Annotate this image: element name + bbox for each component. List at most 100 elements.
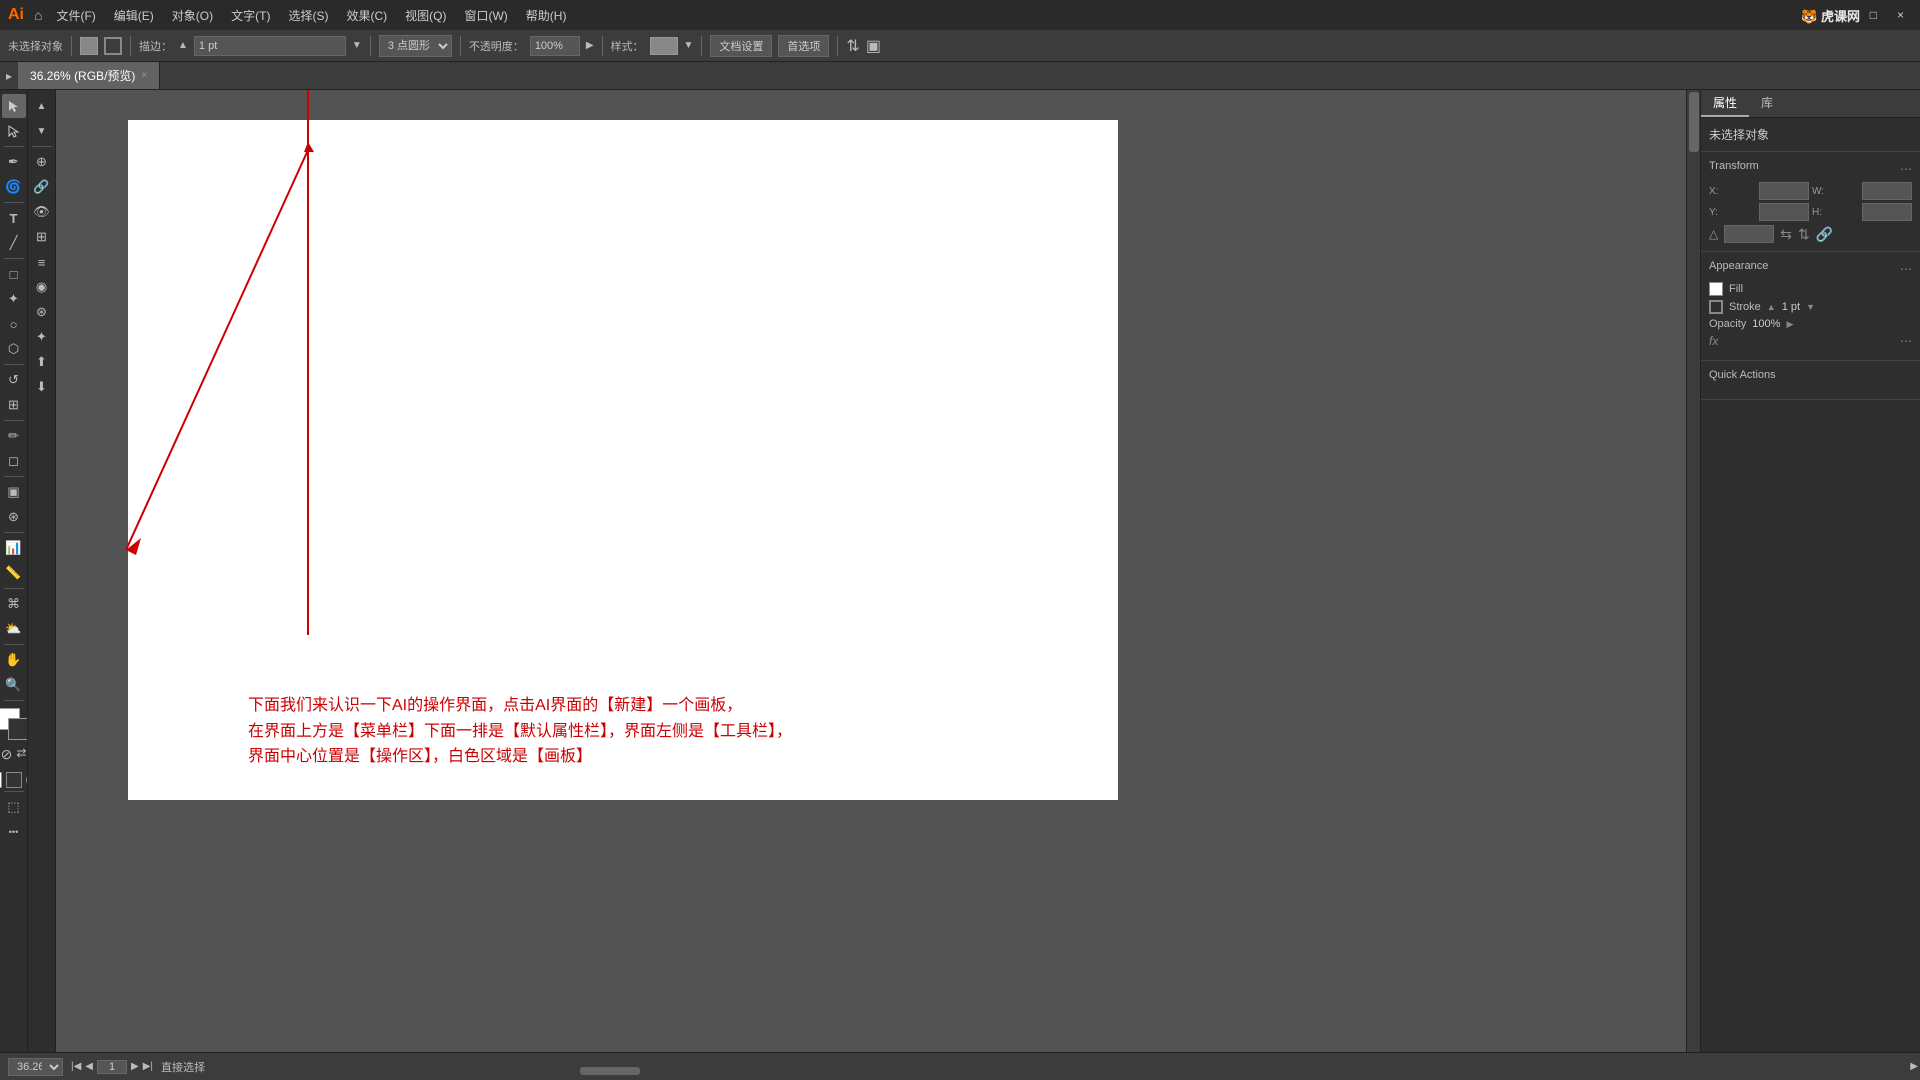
- hscroll-thumb[interactable]: [580, 1067, 640, 1075]
- direct-selection-tool-btn[interactable]: [2, 119, 26, 143]
- type-tool-btn[interactable]: T: [2, 206, 26, 230]
- transform-tool-btn[interactable]: ⊞: [2, 393, 26, 417]
- opacity-input[interactable]: [530, 36, 580, 56]
- layer-icon[interactable]: ⊕: [30, 150, 54, 174]
- polygon-tool-btn[interactable]: ⬡: [2, 337, 26, 361]
- properties-icon[interactable]: ⊞: [30, 225, 54, 249]
- page-number-input[interactable]: [97, 1060, 127, 1074]
- vscroll-thumb[interactable]: [1689, 92, 1699, 152]
- menu-text[interactable]: 文字(T): [223, 5, 278, 26]
- close-btn[interactable]: ×: [1889, 6, 1912, 24]
- fill-swatch[interactable]: [1709, 282, 1723, 296]
- home-icon[interactable]: ⌂: [34, 7, 42, 23]
- arrange-icon[interactable]: ⇅: [846, 36, 859, 56]
- panel-icon5[interactable]: ⬆: [30, 350, 54, 374]
- curvature-tool-btn[interactable]: 🌀: [2, 175, 26, 199]
- stroke-up-icon[interactable]: ▲: [1767, 302, 1776, 312]
- style-dropdown-icon[interactable]: ▼: [684, 40, 694, 51]
- scroll-right-icon[interactable]: ▶: [1910, 1061, 1918, 1072]
- chart-tool-btn[interactable]: 📊: [2, 536, 26, 560]
- align-icon[interactable]: ▣: [866, 36, 881, 56]
- y-input[interactable]: [1759, 203, 1809, 221]
- zoom-select[interactable]: 36.26% 25% 50% 100%: [8, 1058, 63, 1076]
- flip-v-icon[interactable]: ⇅: [1798, 226, 1810, 243]
- line-tool-btn[interactable]: ╱: [2, 231, 26, 255]
- knife-tool-btn[interactable]: ⌘: [2, 592, 26, 616]
- zoom-tool-btn[interactable]: 🔍: [2, 673, 26, 697]
- collapse-panel-btn[interactable]: ▸: [0, 65, 18, 87]
- more-tools-btn[interactable]: •••: [2, 820, 26, 844]
- preferences-btn[interactable]: 首选项: [778, 35, 829, 57]
- panel-icon1[interactable]: ≡: [30, 250, 54, 274]
- first-page-btn[interactable]: |◀: [71, 1061, 81, 1072]
- background-color[interactable]: [8, 718, 29, 740]
- appearance-add-icon[interactable]: ⋯: [1900, 334, 1912, 348]
- menu-help[interactable]: 帮助(H): [518, 5, 575, 26]
- panel-icon2[interactable]: ◉: [30, 275, 54, 299]
- stroke-down-icon[interactable]: ▼: [352, 40, 362, 51]
- gradient-tool-btn[interactable]: ▣: [2, 480, 26, 504]
- nav-down-btn[interactable]: ▼: [30, 119, 54, 143]
- black-swatch[interactable]: [6, 772, 22, 788]
- stroke-swatch[interactable]: [1709, 300, 1723, 314]
- blend-tool-btn[interactable]: ⊛: [2, 505, 26, 529]
- menu-file[interactable]: 文件(F): [48, 5, 103, 26]
- x-input[interactable]: [1759, 182, 1809, 200]
- rotate-tool-btn[interactable]: ↺: [2, 368, 26, 392]
- measure-tool-btn[interactable]: 📏: [2, 561, 26, 585]
- brush-type-select[interactable]: 3 点圆形: [379, 35, 452, 57]
- transform-more-icon[interactable]: ⋯: [1900, 162, 1912, 176]
- next-page-btn[interactable]: ▶: [131, 1061, 139, 1072]
- panel-tab-library[interactable]: 库: [1749, 90, 1785, 117]
- appearance-more-icon[interactable]: ⋯: [1900, 262, 1912, 276]
- swap-colors-icon[interactable]: ⇄: [16, 746, 26, 763]
- minimize-btn[interactable]: —: [1830, 6, 1858, 24]
- maximize-btn[interactable]: □: [1862, 6, 1885, 24]
- menu-object[interactable]: 对象(O): [164, 5, 221, 26]
- hand-tool-btn[interactable]: ✋: [2, 648, 26, 672]
- rect-tool-btn[interactable]: □: [2, 262, 26, 286]
- fx-icon[interactable]: fx: [1709, 334, 1718, 348]
- eraser-tool-btn[interactable]: ◻: [2, 449, 26, 473]
- last-page-btn[interactable]: ▶|: [143, 1061, 153, 1072]
- nav-up-btn[interactable]: ▲: [30, 94, 54, 118]
- doc-settings-btn[interactable]: 文档设置: [710, 35, 772, 57]
- stroke-up-icon[interactable]: ▲: [178, 40, 188, 51]
- style-swatch[interactable]: [650, 37, 678, 55]
- shape-builder-btn[interactable]: ✦: [2, 287, 26, 311]
- lock-ratio-icon[interactable]: 🔗: [1816, 226, 1833, 243]
- selection-tool-btn[interactable]: [2, 94, 26, 118]
- link-icon[interactable]: 🔗: [30, 175, 54, 199]
- opacity-arrow-icon[interactable]: ▶: [1786, 319, 1793, 330]
- artboard-tool-btn[interactable]: ⬚: [2, 795, 26, 819]
- hscroll-bar[interactable]: [380, 1066, 1906, 1076]
- menu-window[interactable]: 窗口(W): [456, 5, 515, 26]
- vscroll-bar[interactable]: [1686, 90, 1700, 1052]
- opacity-more-icon[interactable]: ▶: [586, 40, 594, 51]
- white-swatch[interactable]: [0, 772, 2, 788]
- menu-select[interactable]: 选择(S): [280, 5, 336, 26]
- panel-tab-properties[interactable]: 属性: [1701, 90, 1749, 117]
- w-input[interactable]: [1862, 182, 1912, 200]
- none-color-icon[interactable]: ⊘: [1, 746, 13, 763]
- panel-icon4[interactable]: ✦: [30, 325, 54, 349]
- stroke-color-swatch[interactable]: [104, 37, 122, 55]
- warp-tool-btn[interactable]: ⛅: [2, 617, 26, 641]
- menu-edit[interactable]: 编辑(E): [106, 5, 162, 26]
- flip-h-icon[interactable]: ⇆: [1780, 226, 1792, 243]
- panel-icon6[interactable]: ⬇: [30, 375, 54, 399]
- stroke-down-icon[interactable]: ▼: [1806, 302, 1815, 312]
- menu-effect[interactable]: 效果(C): [338, 5, 395, 26]
- tab-document[interactable]: 36.26% (RGB/预览) ×: [18, 62, 160, 89]
- tab-close-btn[interactable]: ×: [141, 70, 147, 81]
- h-input[interactable]: [1862, 203, 1912, 221]
- fg-bg-color-selector[interactable]: [0, 708, 28, 740]
- menu-view[interactable]: 视图(Q): [397, 5, 454, 26]
- prev-page-btn[interactable]: ◀: [85, 1061, 93, 1072]
- pen-tool-btn[interactable]: ✒: [2, 150, 26, 174]
- fill-color-swatch[interactable]: [80, 37, 98, 55]
- pencil-tool-btn[interactable]: ✏: [2, 424, 26, 448]
- stroke-value-input[interactable]: [194, 36, 346, 56]
- angle-input[interactable]: [1724, 225, 1774, 243]
- panel-icon3[interactable]: ⊛: [30, 300, 54, 324]
